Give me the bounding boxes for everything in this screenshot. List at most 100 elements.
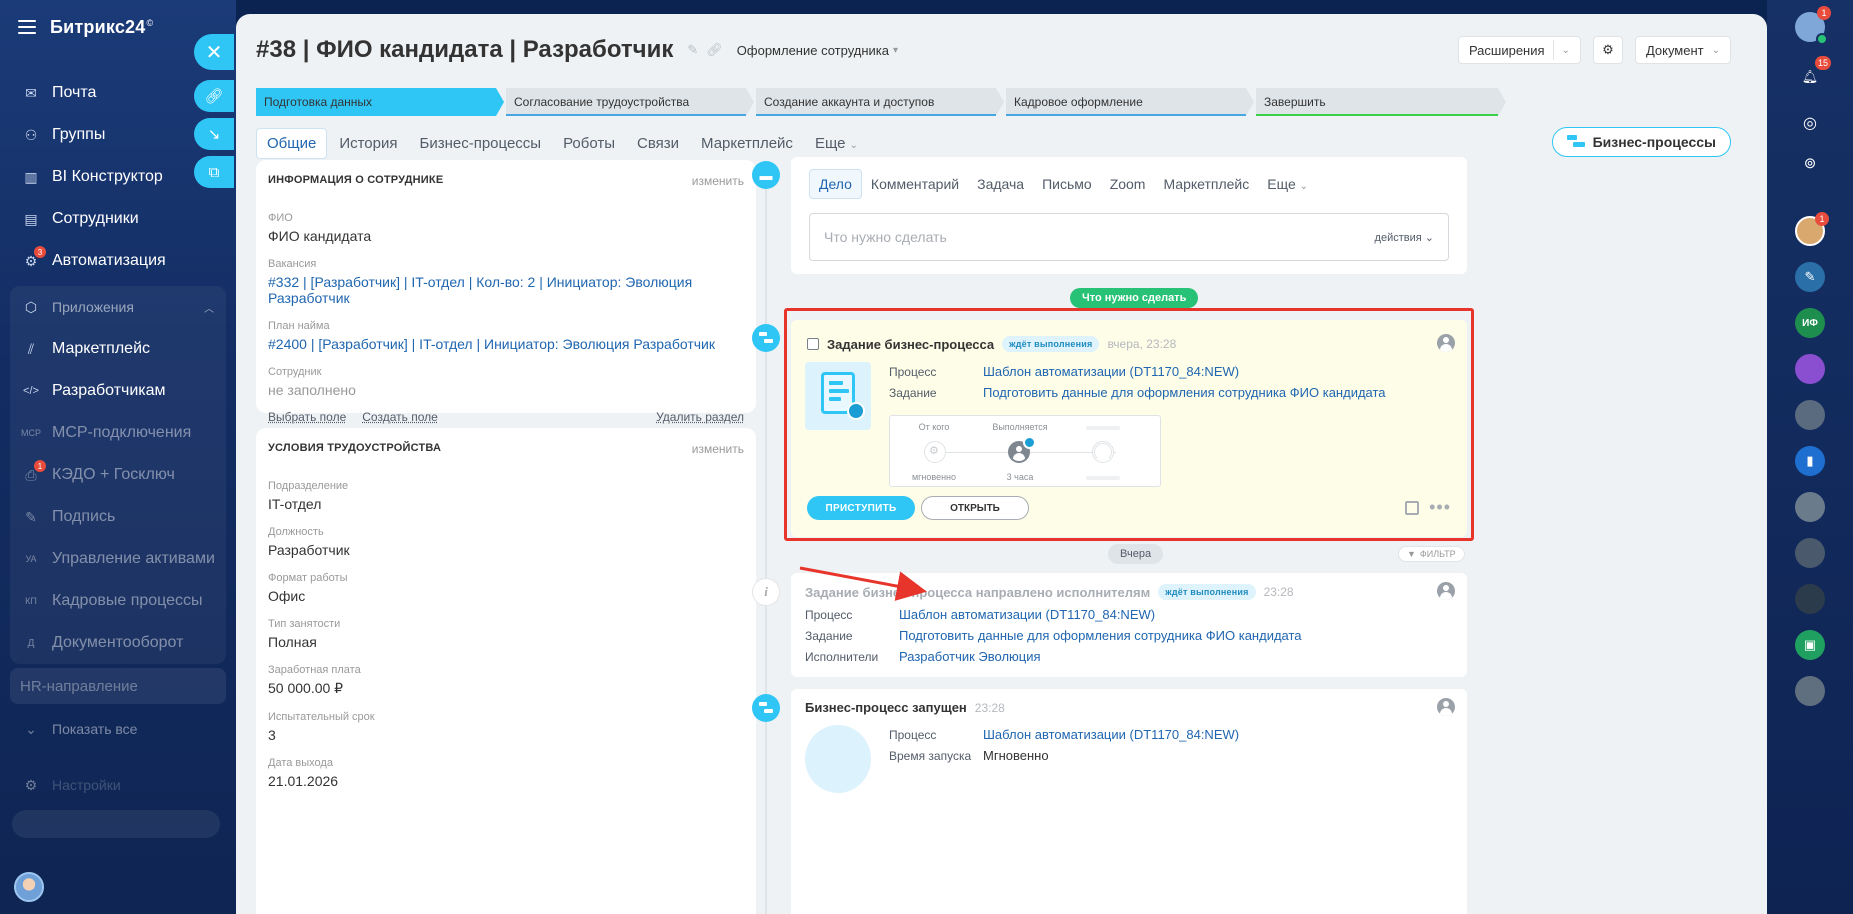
history-item: Задание бизнес-процесса направлено испол… <box>791 573 1467 677</box>
chat-avatar[interactable]: ✎ <box>1795 262 1825 292</box>
minimize-button[interactable]: ↘ <box>194 118 234 150</box>
sidebar-bottom-bar[interactable] <box>12 810 220 838</box>
tab-history[interactable]: История <box>329 129 407 158</box>
edit-link[interactable]: изменить <box>692 174 744 188</box>
user-avatar[interactable] <box>14 872 44 902</box>
chat-avatar[interactable] <box>1795 676 1825 706</box>
tab-task[interactable]: Задача <box>968 170 1033 198</box>
brand-name[interactable]: Битрикс24© <box>50 17 153 38</box>
sidebar-item-kedo[interactable]: ⎙ 1 КЭДО + Госключ <box>10 454 226 496</box>
bookmark-icon[interactable]: ▮ <box>1795 446 1825 476</box>
sidebar-item-signature[interactable]: ✎ Подпись <box>10 496 226 538</box>
settings-button[interactable]: ⚙ <box>1592 36 1623 64</box>
sidebar-item-marketplace[interactable]: ⫽ Маркетплейс <box>10 328 226 370</box>
notifications-icon[interactable]: 🔔︎ 15 <box>1795 56 1831 92</box>
gear-icon: ⚙ <box>1602 42 1614 57</box>
chevron-down-icon: ⌄ <box>1299 181 1309 192</box>
tab-more[interactable]: Еще ⌄ <box>805 129 868 158</box>
select-field-link[interactable]: Выбрать поле <box>268 410 346 424</box>
copy-link-button[interactable]: 🔗︎ <box>194 80 234 112</box>
task-link[interactable]: Подготовить данные для оформления сотруд… <box>899 626 1302 646</box>
sidebar-item-assets[interactable]: УА Управление активами <box>10 538 226 580</box>
stage-item[interactable]: Согласование трудоустройства <box>506 88 754 116</box>
tab-marketplace[interactable]: Маркетплейс <box>691 129 803 158</box>
external-link-icon: ⧉ <box>208 163 220 181</box>
show-all-link[interactable]: ⌄ Показать все <box>0 708 236 750</box>
chat-avatar[interactable] <box>1795 400 1825 430</box>
highlight-frame <box>784 308 1474 541</box>
filter-button[interactable]: ▼ ФИЛЬТР <box>1398 546 1465 562</box>
vacancy-link[interactable]: #332 | [Разработчик] | IT-отдел | Кол-во… <box>268 274 744 306</box>
create-field-link[interactable]: Создать поле <box>362 410 438 424</box>
tab-general[interactable]: Общие <box>256 128 328 159</box>
link-icon[interactable]: 🔗︎ <box>706 42 723 58</box>
status-dot <box>1816 33 1828 45</box>
profile-avatar[interactable]: 1 <box>1795 6 1831 45</box>
sidebar-item-hr-processes[interactable]: КП Кадровые процессы <box>10 580 226 622</box>
notification-badge: 15 <box>1814 56 1831 70</box>
chat-avatar[interactable]: ИФ <box>1795 308 1825 338</box>
category-dropdown[interactable]: Оформление сотрудника ▾ <box>737 43 898 58</box>
tab-marketplace[interactable]: Маркетплейс <box>1154 170 1258 198</box>
tab-links[interactable]: Связи <box>627 129 689 158</box>
tab-task-activity[interactable]: Дело <box>809 169 862 199</box>
todo-pill[interactable]: Что нужно сделать <box>1070 288 1199 308</box>
field-label: План найма <box>268 320 330 332</box>
delete-section-link[interactable]: Удалить раздел <box>656 410 744 424</box>
slider-controls: ✕ 🔗︎ ↘ ⧉ <box>194 34 234 194</box>
chat-avatar[interactable]: ▣ <box>1795 630 1825 660</box>
close-slider-button[interactable]: ✕ <box>194 34 234 70</box>
tab-comment[interactable]: Комментарий <box>862 170 968 198</box>
tab-robots[interactable]: Роботы <box>553 129 625 158</box>
sidebar-item-hr[interactable]: HR-направление <box>10 668 226 704</box>
stage-item[interactable]: Завершить <box>1256 88 1506 116</box>
stage-item[interactable]: Кадровое оформление <box>1006 88 1254 116</box>
sidebar-item-developers[interactable]: </> Разработчикам <box>10 370 226 412</box>
process-link[interactable]: Шаблон автоматизации (DT1170_84:NEW) <box>983 725 1239 745</box>
activity-editor: Дело Комментарий Задача Письмо Zoom Марк… <box>791 157 1467 274</box>
process-link[interactable]: Шаблон автоматизации (DT1170_84:NEW) <box>899 605 1155 625</box>
edit-link[interactable]: изменить <box>692 442 744 456</box>
bizproc-icon <box>752 694 780 722</box>
user-icon[interactable] <box>1437 582 1455 600</box>
pencil-icon[interactable]: ✎ <box>687 42 698 58</box>
bizproc-button[interactable]: Бизнес-процессы <box>1551 127 1731 157</box>
chat-avatar[interactable] <box>1795 584 1825 614</box>
sidebar-section-apps[interactable]: ⬡ Приложения ︿ <box>10 286 226 328</box>
search-chat-icon[interactable]: ⊚ <box>1795 148 1825 178</box>
stage-item[interactable]: Подготовка данных <box>256 88 504 116</box>
sidebar-item-documents[interactable]: Д Документооборот <box>10 622 226 664</box>
employee-info-card: ИНФОРМАЦИЯ О СОТРУДНИКЕ изменить ФИО ФИО к… <box>256 160 756 424</box>
user-icon[interactable] <box>1437 698 1455 716</box>
sidebar-item-automation[interactable]: ⚙ 3 Автоматизация <box>0 240 236 282</box>
chat-avatar[interactable] <box>1795 538 1825 568</box>
chat-avatar[interactable] <box>1795 354 1825 384</box>
field-label: Формат работы <box>268 572 348 584</box>
executor-link[interactable]: Разработчик Эволюция <box>899 647 1041 667</box>
hiring-plan-link[interactable]: #2400 | [Разработчик] | IT-отдел | Иници… <box>268 336 744 352</box>
status-badge: ждёт выполнения <box>1158 584 1256 600</box>
chat-avatar[interactable]: 1 <box>1795 212 1829 246</box>
extensions-button[interactable]: Расширения ⌄ <box>1457 36 1581 64</box>
menu-icon[interactable] <box>18 20 36 34</box>
field-value: ФИО кандидата <box>268 228 372 244</box>
tab-email[interactable]: Письмо <box>1033 170 1101 198</box>
open-new-window-button[interactable]: ⧉ <box>194 156 234 188</box>
sidebar-item-mcp[interactable]: MCP MCP-подключения <box>10 412 226 454</box>
openlines-icon[interactable]: ◎ <box>1795 108 1825 138</box>
chat-avatar[interactable] <box>1795 492 1825 522</box>
tab-zoom[interactable]: Zoom <box>1101 170 1155 198</box>
todo-input[interactable]: Что нужно сделать действия ⌄ <box>809 213 1449 261</box>
top-actions: Расширения ⌄ ⚙ Документ ⌄ <box>1457 36 1731 64</box>
actions-dropdown[interactable]: действия ⌄ <box>1375 231 1434 244</box>
document-button[interactable]: Документ ⌄ <box>1634 36 1731 64</box>
timeline-line <box>765 174 767 914</box>
sidebar-item-employees[interactable]: ▤ Сотрудники <box>0 198 236 240</box>
stage-item[interactable]: Создание аккаунта и доступов <box>756 88 1004 116</box>
chevron-down-icon: ⌄ <box>1561 44 1570 56</box>
tab-bizproc[interactable]: Бизнес-процессы <box>410 129 552 158</box>
field-value: Офис <box>268 588 306 604</box>
notification-badge: 1 <box>34 460 46 472</box>
settings-link[interactable]: ⚙ Настройки <box>0 764 236 806</box>
tab-more[interactable]: Еще ⌄ <box>1258 170 1317 198</box>
